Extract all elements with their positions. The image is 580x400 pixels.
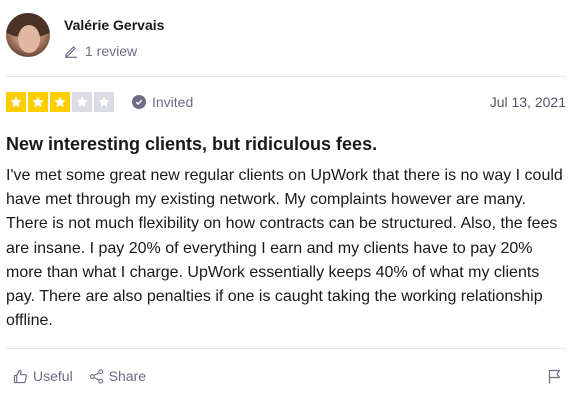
- avatar[interactable]: [6, 13, 50, 57]
- star-icon: [6, 92, 26, 112]
- review-count: 1 review: [64, 42, 164, 60]
- flag-icon: [548, 369, 561, 383]
- star-icon: [28, 92, 48, 112]
- review-count-label: 1 review: [85, 43, 138, 59]
- useful-label: Useful: [33, 368, 73, 384]
- star-icon: [50, 92, 70, 112]
- star-icon: [94, 92, 114, 112]
- star-rating: [6, 92, 116, 112]
- useful-button[interactable]: Useful: [13, 368, 73, 384]
- divider: [6, 348, 566, 349]
- flag-button[interactable]: [548, 369, 561, 384]
- check-circle-icon: [132, 95, 146, 109]
- share-icon: [89, 368, 103, 384]
- share-label: Share: [108, 368, 147, 384]
- review-body: I've met some great new regular clients …: [6, 167, 563, 330]
- reviewer-name[interactable]: Valérie Gervais: [64, 16, 164, 34]
- reviewer-info: Valérie Gervais 1 review: [64, 13, 164, 60]
- thumbs-up-icon: [13, 369, 28, 383]
- invited-label: Invited: [152, 94, 194, 110]
- reviewer-header: Valérie Gervais 1 review: [6, 13, 164, 60]
- review-date: Jul 13, 2021: [489, 94, 566, 110]
- pencil-icon: [65, 46, 77, 58]
- review-actions: Useful Share: [13, 366, 561, 386]
- star-icon: [72, 92, 92, 112]
- rating-row: Invited Jul 13, 2021: [6, 92, 566, 112]
- invited-badge[interactable]: Invited: [132, 94, 193, 110]
- review-title[interactable]: New interesting clients, but ridiculous …: [6, 133, 566, 155]
- review-card: Valérie Gervais 1 review Invited Jul 13,…: [0, 0, 580, 400]
- divider: [6, 76, 566, 77]
- share-button[interactable]: Share: [89, 368, 146, 384]
